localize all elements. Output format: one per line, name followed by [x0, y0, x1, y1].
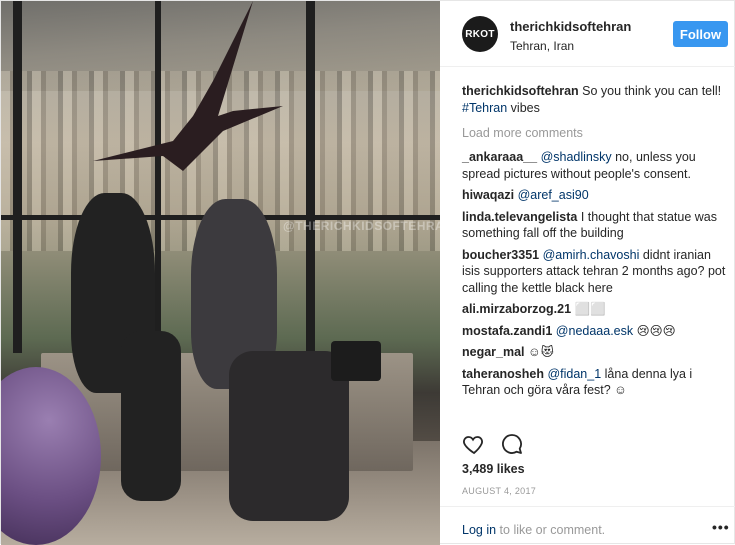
- comment-mention[interactable]: @shadlinsky: [541, 150, 612, 164]
- header-username[interactable]: therichkidsoftehran: [510, 19, 631, 34]
- comment-username[interactable]: ali.mirzaborzog.21: [462, 302, 571, 316]
- comment: hiwaqazi @aref_asi90: [462, 187, 730, 204]
- comment-bubble-icon[interactable]: [500, 432, 524, 456]
- post-footer: Log in to like or comment. •••: [440, 506, 735, 545]
- caption-text-after: vibes: [510, 100, 540, 115]
- comment-text: ⬜⬜: [574, 302, 606, 316]
- post-side-panel: RKOT therichkidsoftehran Tehran, Iran Fo…: [440, 1, 735, 545]
- login-prompt: Log in to like or comment.: [462, 523, 605, 537]
- comment-username[interactable]: hiwaqazi: [462, 188, 514, 202]
- comment: _ankaraaa__ @shadlinsky no, unless you s…: [462, 149, 730, 182]
- comment-mention[interactable]: @fidan_1: [547, 367, 601, 381]
- handbag: [331, 341, 381, 381]
- comment-mention[interactable]: @amirh.chavoshi: [543, 248, 640, 262]
- caption-username[interactable]: therichkidsoftehran: [462, 84, 579, 98]
- comment: mostafa.zandi1 @nedaaa.esk 😢😢😢: [462, 323, 730, 340]
- header-location[interactable]: Tehran, Iran: [510, 39, 574, 53]
- caption-text: So you think you can tell!: [582, 84, 722, 98]
- caption-hashtag[interactable]: #Tehran: [462, 101, 507, 115]
- comment: ali.mirzaborzog.21 ⬜⬜: [462, 301, 730, 318]
- comment: boucher3351 @amirh.chavoshi didnt irania…: [462, 247, 730, 297]
- comment-username[interactable]: mostafa.zandi1: [462, 324, 552, 338]
- comment-mention[interactable]: @aref_asi90: [518, 188, 589, 202]
- heart-icon[interactable]: [462, 432, 486, 456]
- caption: therichkidsoftehran So you think you can…: [462, 83, 730, 116]
- more-options-icon[interactable]: •••: [712, 519, 730, 535]
- comment: taheranosheh @fidan_1 låna denna lya i T…: [462, 366, 730, 399]
- action-bar: [462, 432, 732, 456]
- avatar-text: RKOT: [465, 28, 495, 40]
- comment-username[interactable]: _ankaraaa__: [462, 150, 537, 164]
- comment: negar_mal ☺😻: [462, 344, 730, 361]
- post-header: RKOT therichkidsoftehran Tehran, Iran Fo…: [440, 1, 735, 67]
- comment-mention[interactable]: @nedaaa.esk: [556, 324, 633, 338]
- follow-button[interactable]: Follow: [673, 21, 728, 47]
- comment-text: ☺😻: [528, 345, 554, 359]
- window-frame: [13, 1, 22, 353]
- login-prompt-text: to like or comment.: [499, 523, 606, 537]
- instagram-post: @THERICHKIDSOFTEHRAN RKOT therichkidsoft…: [0, 0, 735, 545]
- comment-username[interactable]: taheranosheh: [462, 367, 544, 381]
- avatar[interactable]: RKOT: [462, 16, 498, 52]
- window-frame: [306, 1, 315, 353]
- comment-username[interactable]: linda.televangelista: [462, 210, 577, 224]
- person-left-legs: [121, 331, 181, 501]
- post-photo[interactable]: @THERICHKIDSOFTEHRAN: [1, 1, 440, 545]
- comment-username[interactable]: boucher3351: [462, 248, 539, 262]
- photo-watermark: @THERICHKIDSOFTEHRAN: [283, 219, 440, 233]
- post-date: AUGUST 4, 2017: [462, 486, 537, 496]
- comments-section: therichkidsoftehran So you think you can…: [462, 83, 730, 404]
- login-link[interactable]: Log in: [462, 523, 496, 537]
- like-count[interactable]: 3,489 likes: [462, 462, 525, 476]
- comment-text: 😢😢😢: [636, 323, 676, 338]
- load-more-comments-link[interactable]: Load more comments: [462, 126, 730, 140]
- comment-username[interactable]: negar_mal: [462, 345, 525, 359]
- bird-statue: [93, 1, 283, 171]
- comment: linda.televangelista I thought that stat…: [462, 209, 730, 242]
